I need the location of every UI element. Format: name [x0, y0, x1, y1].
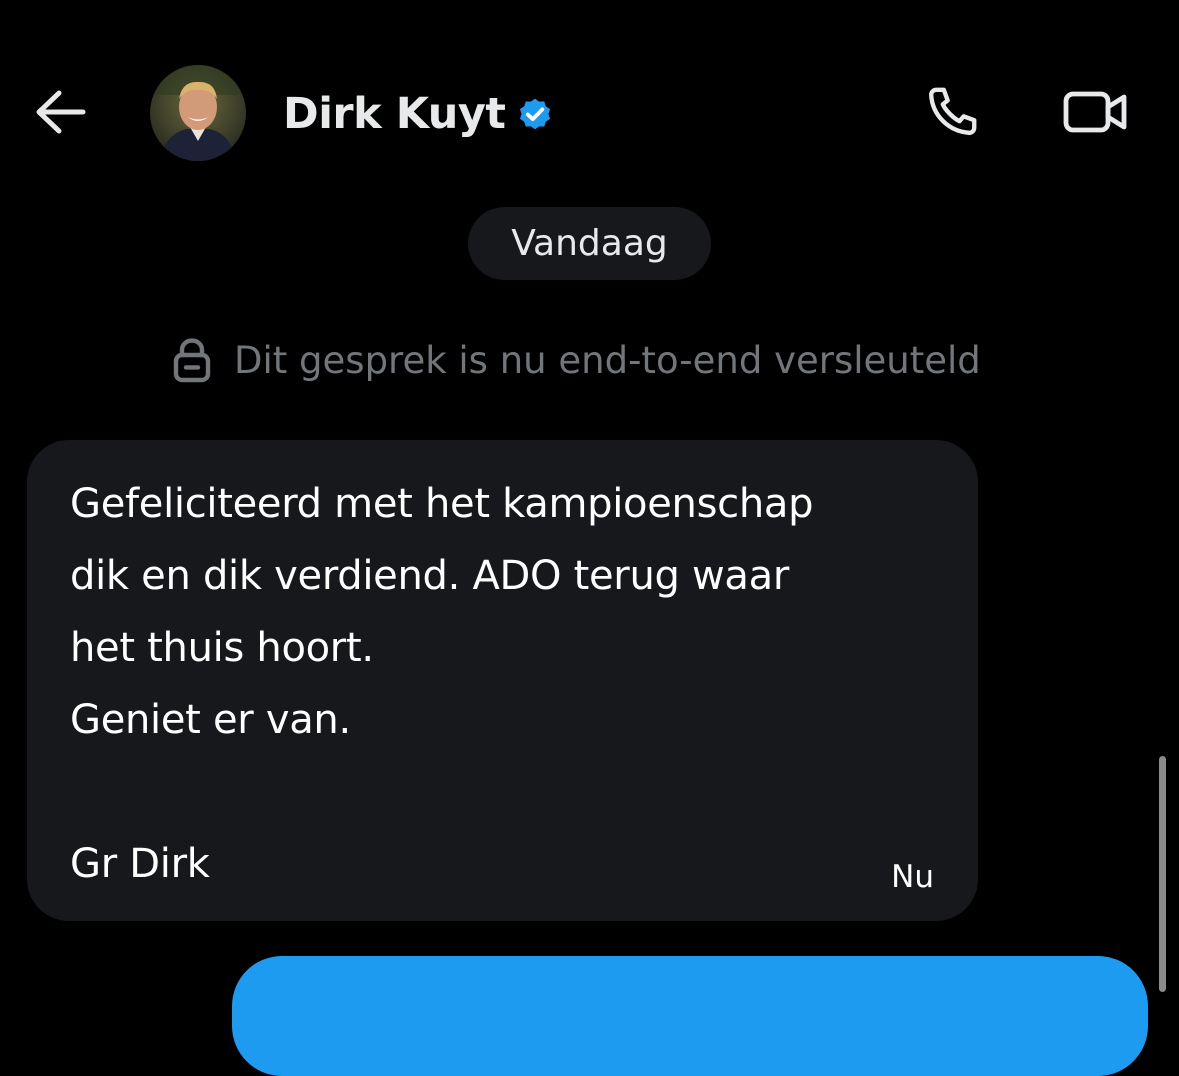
video-camera-icon	[1063, 91, 1127, 133]
date-separator: Vandaag	[468, 207, 711, 280]
lock-icon	[170, 336, 214, 384]
back-button[interactable]	[28, 80, 92, 144]
message-text: Gefeliciteerd met het kampioenschap dik …	[70, 481, 814, 887]
encryption-notice-text: Dit gesprek is nu end-to-end versleuteld	[234, 338, 981, 382]
outgoing-message-bubble[interactable]	[232, 956, 1148, 1076]
message-timestamp: Nu	[891, 859, 934, 895]
chat-header: Dirk Kuyt	[0, 0, 1179, 200]
video-call-button[interactable]	[1056, 80, 1136, 144]
call-button[interactable]	[916, 80, 988, 144]
incoming-message-bubble[interactable]: Gefeliciteerd met het kampioenschap dik …	[27, 440, 978, 921]
encryption-notice[interactable]: Dit gesprek is nu end-to-end versleuteld	[170, 332, 981, 388]
avatar-image	[150, 65, 246, 161]
contact-name-button[interactable]: Dirk Kuyt	[283, 84, 555, 144]
scrollbar[interactable]	[1159, 756, 1166, 992]
contact-name: Dirk Kuyt	[283, 89, 506, 139]
phone-icon	[929, 87, 977, 135]
arrow-left-icon	[36, 90, 86, 134]
verified-badge-icon	[515, 94, 555, 134]
avatar[interactable]	[150, 65, 246, 161]
